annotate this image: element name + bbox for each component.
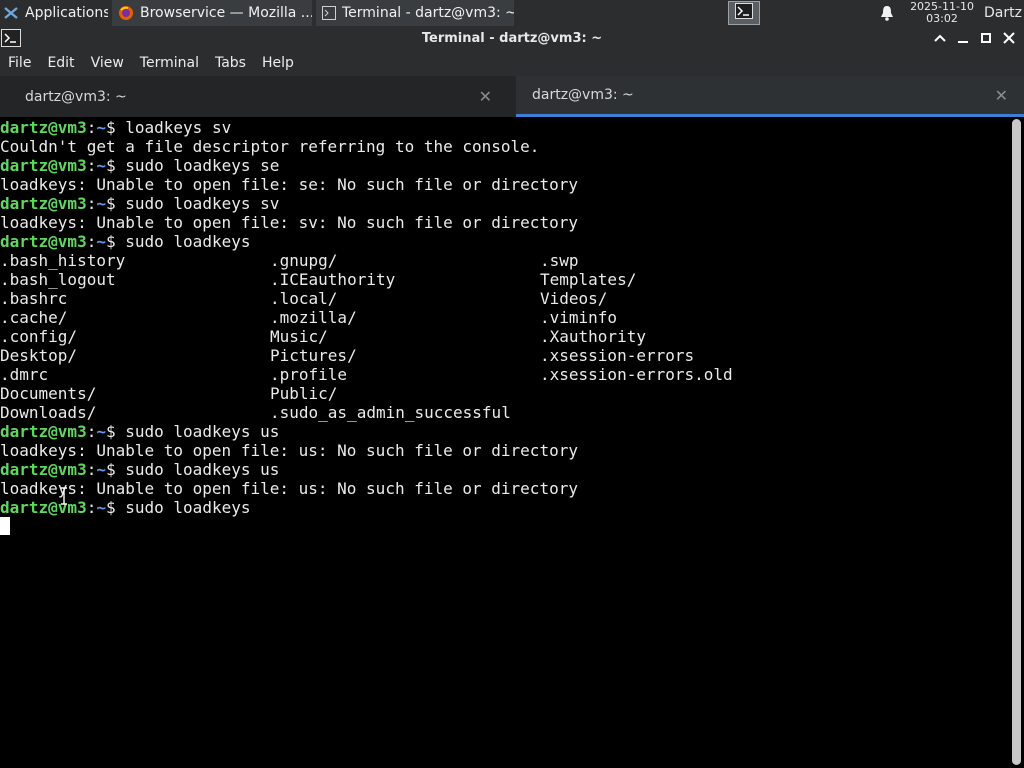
panel-terminal-launcher[interactable] bbox=[728, 1, 761, 25]
xfce-logo-icon bbox=[3, 5, 19, 21]
terminal-line: dartz@vm3:~$ sudo loadkeys us bbox=[0, 460, 280, 479]
terminal-line: dartz@vm3:~$ sudo loadkeys se bbox=[0, 156, 280, 175]
menu-file[interactable]: File bbox=[0, 55, 39, 71]
close-icon[interactable] bbox=[997, 26, 1020, 50]
menu-tabs[interactable]: Tabs bbox=[207, 55, 254, 71]
listing-row: Downloads/.sudo_as_admin_successful bbox=[0, 403, 511, 422]
menu-view[interactable]: View bbox=[83, 55, 132, 71]
terminal-line: Couldn't get a file descriptor referring… bbox=[0, 137, 540, 156]
terminal-line: loadkeys: Unable to open file: sv: No su… bbox=[0, 213, 578, 232]
menu-help[interactable]: Help bbox=[254, 55, 302, 71]
terminal-icon bbox=[322, 6, 336, 20]
terminal-line: loadkeys: Unable to open file: se: No su… bbox=[0, 175, 578, 194]
terminal-line: dartz@vm3:~$ loadkeys sv bbox=[0, 118, 232, 137]
taskbar-firefox-label: Browservice — Mozilla ... bbox=[140, 5, 312, 21]
listing-row: .cache/.mozilla/.viminfo bbox=[0, 308, 618, 327]
minimize-icon[interactable] bbox=[951, 26, 974, 50]
taskbar-terminal-label: Terminal - dartz@vm3: ~ bbox=[342, 5, 514, 21]
terminal-input-line[interactable] bbox=[0, 517, 1006, 536]
terminal-prompt-icon bbox=[735, 3, 754, 23]
menu-terminal[interactable]: Terminal bbox=[132, 55, 207, 71]
applications-label: Applications ☰ bbox=[25, 5, 108, 21]
window-terminal-icon[interactable] bbox=[1, 29, 23, 47]
tab-label: dartz@vm3: ~ bbox=[532, 87, 634, 103]
clock-time: 03:02 bbox=[926, 12, 958, 25]
terminal-line: dartz@vm3:~$ sudo loadkeys bbox=[0, 498, 251, 517]
listing-row: .bash_history .gnupg/.swp bbox=[0, 251, 579, 270]
scrollbar-thumb[interactable] bbox=[1012, 119, 1021, 765]
tab-terminal-2[interactable]: dartz@vm3: ~ ✕ bbox=[516, 76, 1024, 117]
menu-edit[interactable]: Edit bbox=[39, 55, 82, 71]
tab-label: dartz@vm3: ~ bbox=[25, 88, 127, 105]
tab-terminal-1[interactable]: dartz@vm3: ~ ✕ bbox=[0, 76, 508, 117]
listing-row: Desktop/Pictures/.xsession-errors bbox=[0, 346, 695, 365]
maximize-chevron-icon[interactable] bbox=[928, 26, 951, 50]
restore-icon[interactable] bbox=[974, 26, 997, 50]
listing-row: .bash_logout .ICEauthority Templates/ bbox=[0, 270, 637, 289]
text-cursor bbox=[0, 517, 10, 535]
firefox-icon bbox=[118, 5, 134, 21]
clock[interactable]: 2025-11-10 03:02 bbox=[910, 1, 974, 25]
listing-row: .bashrc .local/Videos/ bbox=[0, 289, 608, 308]
terminal-line: dartz@vm3:~$ sudo loadkeys us bbox=[0, 422, 280, 441]
taskbar-terminal[interactable]: Terminal - dartz@vm3: ~ bbox=[316, 0, 514, 26]
window-titlebar[interactable]: Terminal - dartz@vm3: ~ bbox=[0, 26, 1024, 50]
top-panel: Applications ☰ Browservice — Mozilla ...… bbox=[0, 0, 1024, 26]
terminal-line: loadkeys: Unable to open file: us: No su… bbox=[0, 441, 578, 460]
applications-menu[interactable]: Applications ☰ bbox=[0, 0, 108, 26]
terminal-line: loadkeys: Unable to open file: us: No su… bbox=[0, 479, 578, 498]
user-menu[interactable]: Dartz bbox=[984, 5, 1024, 21]
menubar: File Edit View Terminal Tabs Help bbox=[0, 50, 1024, 76]
tab-close-icon[interactable]: ✕ bbox=[479, 87, 492, 106]
listing-row: .config/Music/.Xauthority bbox=[0, 327, 646, 346]
window-title: Terminal - dartz@vm3: ~ bbox=[421, 30, 603, 46]
tab-bar: dartz@vm3: ~ ✕ dartz@vm3: ~ ✕ bbox=[0, 76, 1024, 117]
terminal-scrollbar[interactable] bbox=[1006, 117, 1024, 768]
ibeam-pointer-icon bbox=[60, 487, 68, 505]
terminal-line: dartz@vm3:~$ sudo loadkeys bbox=[0, 232, 251, 251]
terminal-output[interactable]: dartz@vm3:~$ loadkeys sv Couldn't get a … bbox=[0, 117, 1006, 768]
notification-bell-icon[interactable] bbox=[878, 5, 896, 21]
terminal-line: dartz@vm3:~$ sudo loadkeys sv bbox=[0, 194, 280, 213]
listing-row: .dmrc .profile .xsession-errors.old bbox=[0, 365, 733, 384]
listing-row: Documents/Public/ bbox=[0, 384, 338, 403]
tab-close-icon[interactable]: ✕ bbox=[995, 86, 1008, 105]
taskbar-firefox[interactable]: Browservice — Mozilla ... bbox=[112, 0, 312, 26]
